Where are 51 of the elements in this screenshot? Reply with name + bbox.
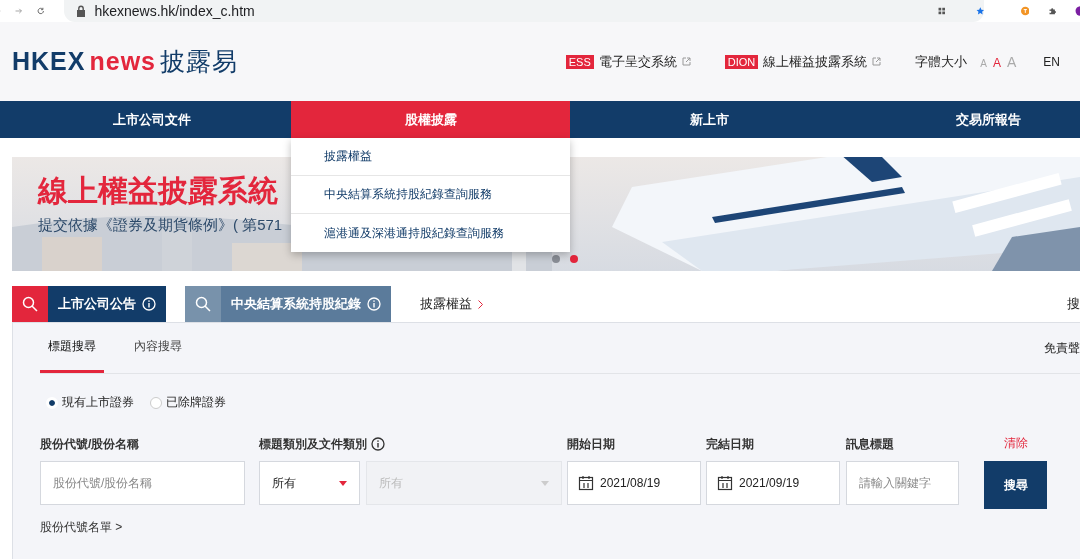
date-field[interactable]: 2021/09/19 [706,461,840,505]
system-link[interactable]: DION 線上權益披露系統 [724,52,882,71]
address-field[interactable]: hkexnews.hk/index_c.htm [64,0,985,22]
chevron-icon [478,299,483,309]
search-icon[interactable] [12,286,48,322]
text-field[interactable]: 請輸入關鍵字 [846,461,959,505]
search-tab[interactable]: 上市公司公告 [48,286,166,322]
stock-list-link[interactable]: 股份代號名單 > [40,519,123,536]
search-tab[interactable]: 中央結算系統持股紀錄 [221,286,391,322]
caret-icon [541,480,549,486]
date-field[interactable]: 2021/08/19 [567,461,701,505]
field-label: 完結日期 [706,435,754,453]
radio-label: 現有上市證券 [62,394,134,411]
search-type-tab[interactable]: 標題搜尋 [40,323,104,373]
info-icon [142,297,156,311]
calendar-icon [717,475,733,491]
font-size-option[interactable]: A [989,55,1004,70]
hkex-news-logo[interactable]: HKEX news 披露易 [12,45,238,78]
menu-item[interactable]: 滬港通及深港通持股紀錄查詢服務 [291,214,570,252]
radio-label: 已除牌證券 [166,394,226,411]
clear-link[interactable]: 清除 [1003,435,1028,453]
disclosure-link[interactable]: 披露權益 [420,286,483,322]
search-type-tab[interactable]: 內容搜尋 [126,323,190,373]
lock-icon [76,5,87,17]
external-link-icon [872,57,882,66]
info-icon [367,297,381,311]
field-label: 股份代號/股份名稱 [40,435,140,453]
nav-tab[interactable]: 上市公司文件 [12,101,291,138]
search-icon[interactable] [185,286,221,322]
banner-title: 線上權益披露系統 [38,173,278,209]
system-link[interactable]: ESS 電子呈交系統 [565,52,691,71]
nav-tab[interactable]: 新上市 [570,101,849,138]
field-label: 開始日期 [567,435,615,453]
caret-icon [339,480,347,486]
select-field[interactable]: 所有 [259,461,360,505]
banner-subtitle: 提交依據《證券及期貨條例》( 第571 [38,216,283,235]
font-size-label: 字體大小 [915,52,968,71]
carousel-dot[interactable] [552,255,560,263]
language-link[interactable]: EN [1043,54,1060,69]
nav-tab[interactable]: 交易所報告 [849,101,1080,138]
text-field[interactable]: 股份代號/股份名稱 [40,461,245,505]
radio-button[interactable] [150,396,162,409]
edge-text: 搜 [1067,295,1080,313]
carousel-dot[interactable] [570,255,578,263]
disclaimer-link[interactable]: 免責聲 [1044,339,1080,357]
external-link-icon [681,57,691,66]
search-button[interactable]: 搜尋 [984,461,1047,509]
field-label: 標題類別及文件類別 [259,435,367,453]
nav-tab[interactable]: 股權披露 [291,101,570,138]
field-label: 訊息標題 [846,435,894,453]
calendar-icon [578,475,594,491]
